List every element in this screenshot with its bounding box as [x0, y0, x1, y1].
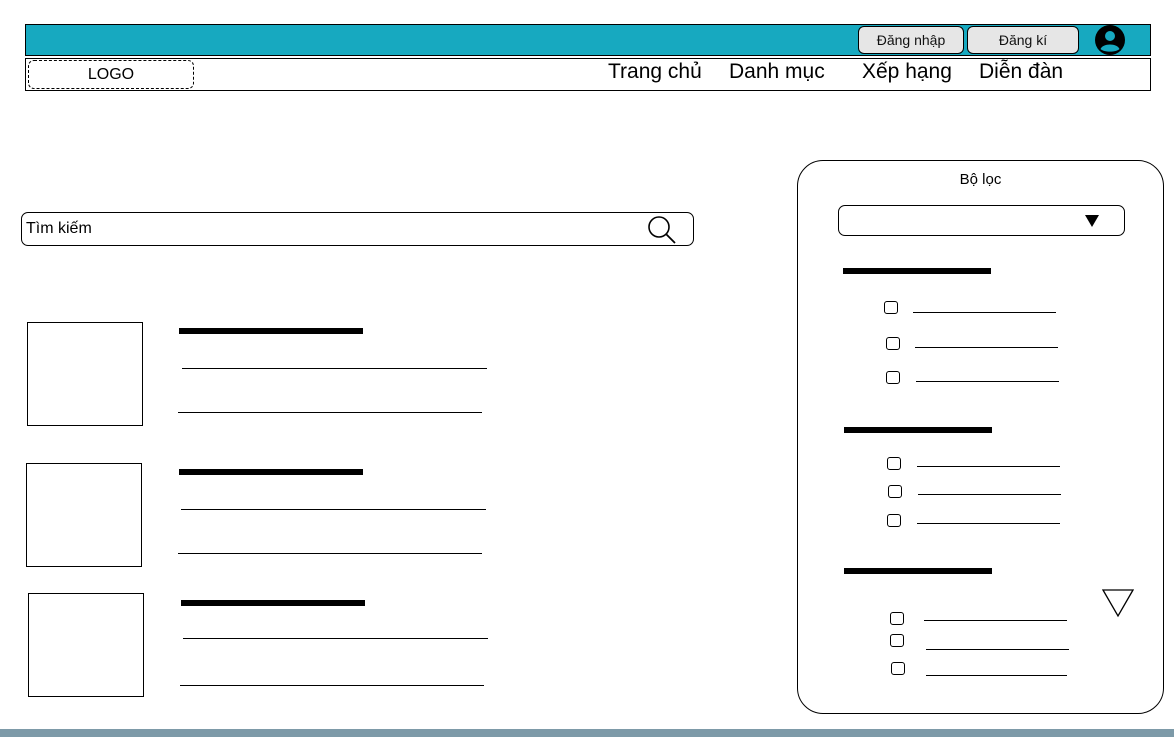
filter-checkbox[interactable] — [886, 337, 900, 350]
filter-group-heading — [843, 268, 991, 274]
result-text-line — [183, 638, 488, 639]
logo[interactable]: LOGO — [28, 60, 194, 89]
filter-option-label — [926, 649, 1069, 650]
filter-option-label — [915, 347, 1058, 348]
filter-panel — [797, 160, 1164, 714]
result-thumbnail[interactable] — [26, 463, 142, 567]
result-text-line — [180, 685, 484, 686]
filter-checkbox[interactable] — [886, 371, 900, 384]
caret-down-icon[interactable] — [1085, 214, 1099, 227]
triangle-down-icon[interactable] — [1101, 588, 1135, 618]
filter-checkbox[interactable] — [890, 612, 904, 625]
filter-checkbox[interactable] — [890, 634, 904, 647]
filter-checkbox[interactable] — [884, 301, 898, 314]
filter-group-heading — [844, 427, 992, 433]
result-title-placeholder[interactable] — [181, 600, 365, 606]
filter-option-label — [918, 494, 1061, 495]
login-button[interactable]: Đăng nhập — [858, 26, 964, 54]
filter-title: Bộ lọc — [959, 171, 1002, 188]
filter-group-heading — [844, 568, 992, 574]
filter-option-label — [917, 466, 1060, 467]
result-thumbnail[interactable] — [28, 593, 144, 697]
nav-item-categories[interactable]: Danh mục — [729, 60, 825, 84]
nav-item-ranking[interactable]: Xếp hạng — [862, 60, 952, 84]
result-thumbnail[interactable] — [27, 322, 143, 426]
filter-checkbox[interactable] — [891, 662, 905, 675]
result-text-line — [181, 509, 486, 510]
result-text-line — [178, 553, 482, 554]
nav-item-forum[interactable]: Diễn đàn — [979, 60, 1063, 84]
result-title-placeholder[interactable] — [179, 328, 363, 334]
filter-dropdown[interactable] — [838, 205, 1125, 236]
search-box — [21, 212, 694, 246]
result-text-line — [178, 412, 482, 413]
filter-checkbox[interactable] — [887, 514, 901, 527]
bottom-strip — [0, 729, 1174, 737]
filter-option-label — [926, 675, 1067, 676]
filter-option-label — [924, 620, 1067, 621]
register-button[interactable]: Đăng kí — [967, 26, 1079, 54]
search-input[interactable] — [26, 218, 626, 240]
filter-option-label — [916, 381, 1059, 382]
filter-option-label — [913, 312, 1056, 313]
filter-option-label — [917, 523, 1060, 524]
user-circle-icon[interactable] — [1094, 24, 1126, 56]
nav-item-home[interactable]: Trang chủ — [608, 60, 702, 84]
filter-checkbox[interactable] — [887, 457, 901, 470]
search-icon[interactable] — [646, 215, 678, 245]
result-title-placeholder[interactable] — [179, 469, 363, 475]
result-text-line — [182, 368, 487, 369]
filter-checkbox[interactable] — [888, 485, 902, 498]
